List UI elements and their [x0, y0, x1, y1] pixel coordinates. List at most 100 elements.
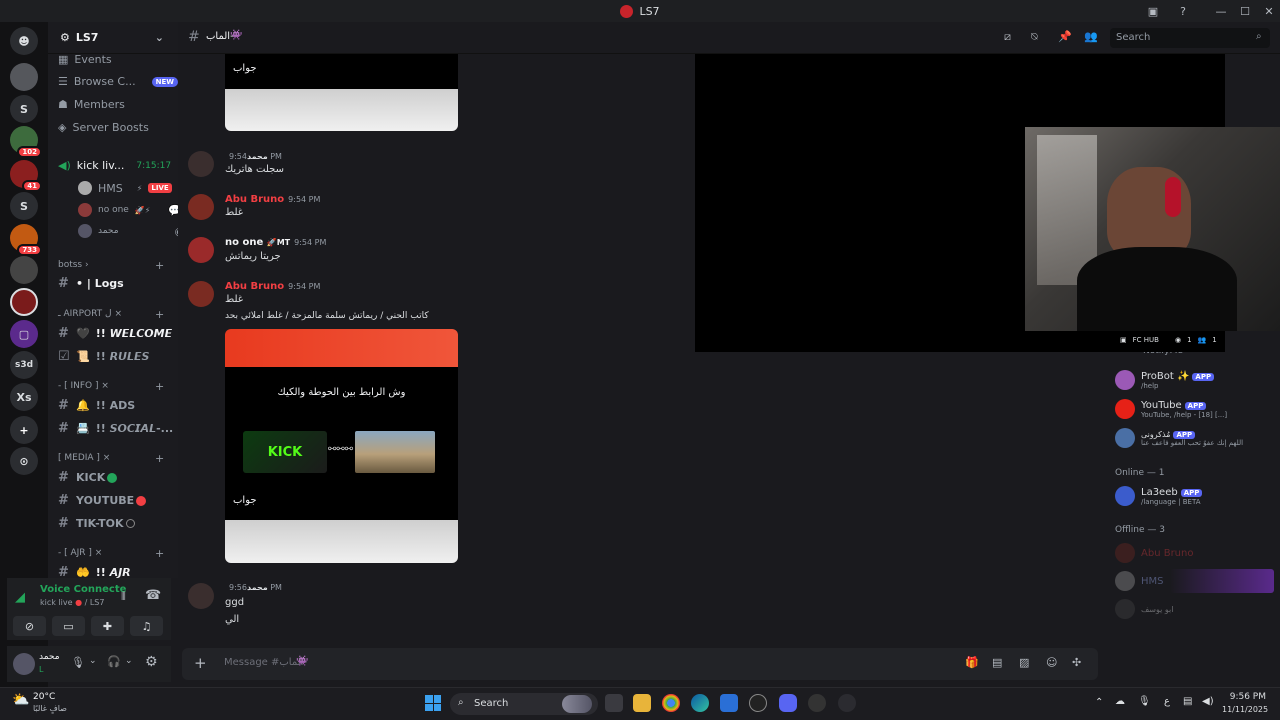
language-indicator[interactable]: ع [1164, 696, 1170, 707]
discover-icon[interactable]: ⊙ [10, 447, 38, 475]
discord-taskbar-icon[interactable] [779, 694, 797, 712]
steam-icon[interactable] [838, 694, 856, 712]
member-list-icon[interactable]: 👥 [1084, 30, 1098, 43]
member-item[interactable]: La3eeb APP/language | BETA [1115, 486, 1203, 506]
voice-user[interactable]: محمد◉ [78, 224, 184, 238]
clock-time[interactable]: 9:56 PM [1222, 692, 1266, 702]
channel-rules[interactable]: ☑ 📜!! 𝙍𝙐𝙇𝙀𝙎 [58, 349, 149, 364]
member-item[interactable]: Abu Bruno [1115, 543, 1193, 563]
threads-icon[interactable]: ⧄ [1004, 30, 1011, 44]
member-item[interactable]: YouTube APP YouTube, /help - [18] [...] [1115, 399, 1227, 419]
channel-browse[interactable]: ☰ Browse C... NEW [58, 75, 178, 88]
channel-events[interactable]: ▦ Events [58, 53, 112, 66]
taskbar-search[interactable]: ⌕ Search [450, 693, 598, 715]
add-channel-icon[interactable]: + [155, 308, 164, 321]
add-channel-icon[interactable]: + [155, 259, 164, 272]
emoji-icon[interactable]: ☺ [1046, 656, 1057, 669]
add-server-icon[interactable]: + [10, 416, 38, 444]
channel-members[interactable]: ☗ Members [58, 98, 125, 111]
camera-off-button[interactable]: ⊘ [13, 616, 46, 636]
add-channel-icon[interactable]: + [155, 547, 164, 560]
noise-suppression-icon[interactable]: ⦀ [121, 590, 126, 604]
cloud-icon[interactable]: ☁ [1115, 696, 1125, 707]
embed-image[interactable] [225, 520, 458, 563]
category-header[interactable]: ـ AIRPORT ل × [58, 309, 122, 319]
voice-status[interactable]: Voice Connecte [40, 584, 126, 595]
server-icon[interactable] [10, 256, 38, 284]
add-attachment-icon[interactable]: + [194, 654, 207, 672]
disconnect-icon[interactable]: ☎ [145, 588, 161, 603]
embed-image[interactable] [225, 89, 458, 131]
twitch-server-icon[interactable]: ▢ [10, 320, 38, 348]
category-header[interactable]: botss › [58, 260, 89, 270]
gift-icon[interactable]: 🎁 [965, 656, 979, 669]
member-item[interactable]: مُذكرونى APP اللهم إنك عفوٌ تحب العفو فاعف… [1115, 428, 1243, 448]
message-author[interactable]: محمد9:56 PM [225, 583, 282, 592]
headphones-icon[interactable]: 🎧 [107, 655, 121, 668]
server-icon-selected[interactable] [10, 288, 38, 316]
avatar[interactable] [188, 194, 214, 220]
network-icon[interactable]: ▤ [1183, 696, 1192, 707]
discord-home-icon[interactable]: ☻ [10, 27, 38, 55]
chevron-down-icon[interactable]: ⌄ [125, 656, 133, 666]
server-icon[interactable]: s3d [10, 351, 38, 379]
category-header[interactable]: - [ INFO ] × [58, 381, 109, 391]
channel-logs[interactable]: # • | Logs [58, 276, 124, 291]
server-icon[interactable]: Xs [10, 383, 38, 411]
server-icon[interactable]: 41 [10, 160, 42, 192]
chevron-down-icon[interactable]: ⌄ [89, 656, 97, 666]
close-button[interactable]: ✕ [1256, 0, 1280, 22]
notifications-off-icon[interactable]: ⍉ [1031, 30, 1038, 44]
server-icon[interactable]: S [10, 192, 38, 220]
voice-user[interactable]: no one 🚀⚡ 💬 [78, 203, 182, 217]
add-channel-icon[interactable]: + [155, 380, 164, 393]
channel-kick[interactable]: # KICK [58, 470, 118, 485]
chrome-icon[interactable] [662, 694, 680, 712]
app-icon[interactable] [749, 694, 767, 712]
app-icon[interactable] [808, 694, 826, 712]
file-explorer-icon[interactable] [633, 694, 651, 712]
server-header[interactable]: ⚙ LS7 ⌄ [48, 22, 178, 54]
channel-boosts[interactable]: ◈ Server Boosts [58, 121, 149, 134]
channel-ads[interactable]: # 🔔!! ADS [58, 398, 135, 413]
task-view-icon[interactable] [605, 694, 623, 712]
server-icon[interactable] [10, 63, 38, 91]
member-item[interactable]: ProBot ✨ APP/help [1115, 370, 1215, 390]
category-header[interactable]: - [ AJR ] × [58, 548, 102, 558]
add-channel-icon[interactable]: + [155, 452, 164, 465]
voice-channel[interactable]: ◀) kick liv... 7:15:17 [58, 159, 171, 172]
avatar[interactable] [188, 583, 214, 609]
maximize-button[interactable]: ☐ [1232, 0, 1258, 22]
sticker-icon[interactable]: ▨ [1019, 656, 1029, 669]
channel-youtube[interactable]: # YOUTUBE [58, 493, 147, 508]
tray-chevron-icon[interactable]: ⌃ [1095, 697, 1103, 708]
soundboard-button[interactable]: ♫ [130, 616, 163, 636]
avatar[interactable] [188, 237, 214, 263]
avatar[interactable] [188, 281, 214, 307]
message-author[interactable]: Abu Bruno 9:54 PM [225, 194, 320, 205]
gif-icon[interactable]: ▤ [992, 656, 1002, 669]
category-header[interactable]: [ MEDIA ] × [58, 453, 110, 463]
server-icon[interactable]: 102 [10, 126, 42, 158]
member-item[interactable]: ابو يوسف [1115, 599, 1173, 619]
server-icon[interactable]: S [10, 95, 38, 123]
channel-social[interactable]: # 📇!! 𝙎𝙊𝘾𝙄𝘼𝙇-... [58, 421, 173, 436]
volume-icon[interactable]: ◀) [1202, 696, 1214, 707]
server-icon[interactable]: 733 [10, 224, 42, 256]
pin-icon[interactable]: 📌 [1058, 30, 1072, 43]
help-icon[interactable]: ? [1170, 0, 1196, 22]
mic-icon[interactable]: 🎙 [1138, 696, 1151, 707]
inbox-icon[interactable]: ▣ [1140, 0, 1166, 22]
weather-temp[interactable]: 20°C [33, 692, 55, 702]
message-input[interactable]: + Message #الماب- 👾 🎁 ▤ ▨ ☺ ✣ [182, 648, 1098, 680]
channel-tiktok[interactable]: # TIK-TOK [58, 516, 135, 531]
avatar[interactable] [188, 151, 214, 177]
voice-user[interactable]: HMS ⚡ LIVE [78, 181, 172, 195]
search-input[interactable]: Search ⌕ [1110, 28, 1270, 48]
channel-welcome[interactable]: # 🖤!! 𝙒𝙀𝙇𝘾𝙊𝙈𝙀 [58, 326, 172, 341]
avatar[interactable] [13, 653, 35, 675]
edge-icon[interactable] [691, 694, 709, 712]
store-icon[interactable] [720, 694, 738, 712]
mic-icon[interactable]: 🎙 [71, 656, 85, 669]
screen-share-button[interactable]: ▭ [52, 616, 85, 636]
